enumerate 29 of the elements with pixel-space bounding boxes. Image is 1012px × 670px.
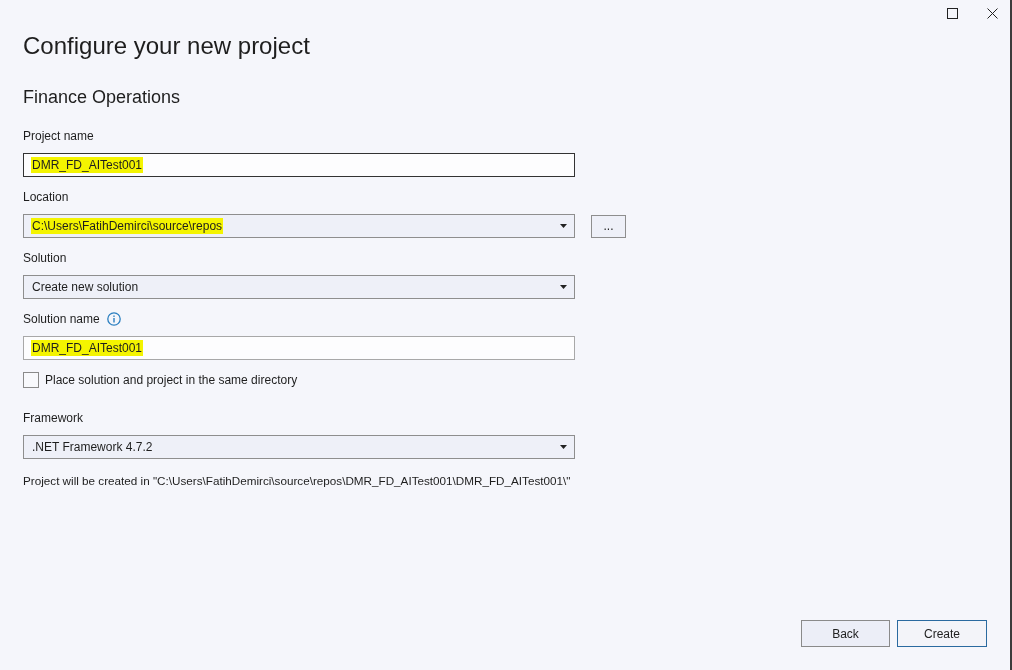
caret-icon xyxy=(560,445,567,449)
text-field[interactable]: DMR_FD_AITest001 xyxy=(23,336,575,360)
create-button[interactable]: Create xyxy=(897,620,987,647)
maximize-icon xyxy=(946,7,958,19)
field-label: Project name xyxy=(23,128,94,145)
close-icon xyxy=(986,7,998,19)
dropdown-field[interactable]: .NET Framework 4.7.2 xyxy=(23,435,575,459)
dialog-title: Configure your new project xyxy=(23,31,310,61)
caret-icon xyxy=(560,224,567,228)
project-path-text: Project will be created in "C:\Users\FatihDemirci\source\repos\DMR_FD_AITest001\DMR_FD_AITest001\" xyxy=(23,473,571,489)
text-field[interactable]: DMR_FD_AITest001 xyxy=(23,153,575,177)
field-value: .NET Framework 4.7.2 xyxy=(31,439,154,455)
field-value: DMR_FD_AITest001 xyxy=(31,157,144,173)
caret-icon xyxy=(560,285,567,289)
field-value: Create new solution xyxy=(31,279,140,295)
template-name: Finance Operations xyxy=(23,86,181,109)
info-icon[interactable] xyxy=(106,312,121,326)
field-label: Solution xyxy=(23,250,67,267)
field-label: Solution name xyxy=(23,311,100,328)
checkbox[interactable] xyxy=(23,372,39,388)
dropdown-field[interactable]: Create new solution xyxy=(23,275,575,299)
checkbox-label: Place solution and project in the same directory xyxy=(45,372,298,388)
field-value: DMR_FD_AITest001 xyxy=(31,340,144,356)
dropdown-field[interactable]: C:\Users\FatihDemirci\source\repos xyxy=(23,214,575,238)
browse-button[interactable]: ... xyxy=(591,214,626,238)
field-label: Location xyxy=(23,189,69,206)
field-value: C:\Users\FatihDemirci\source\repos xyxy=(31,218,224,234)
field-label: Framework xyxy=(23,410,83,427)
back-button[interactable]: Back xyxy=(801,620,890,647)
